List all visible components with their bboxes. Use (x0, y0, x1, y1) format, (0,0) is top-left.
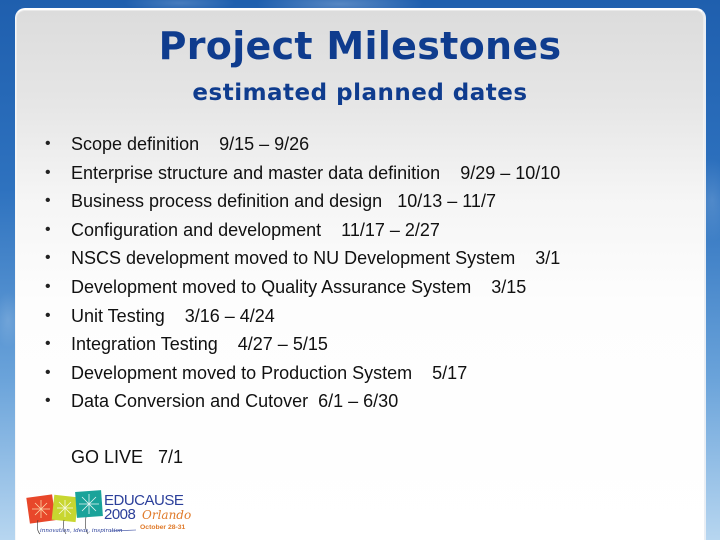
bullet-icon: • (45, 392, 51, 410)
bullet-icon: • (45, 220, 51, 238)
bullet-icon: • (45, 335, 51, 353)
milestone-text: Business process definition and design 1… (71, 191, 496, 212)
milestone-text: Development moved to Quality Assurance S… (71, 276, 527, 297)
kite-teal-icon (75, 490, 103, 518)
milestone-text: Scope definition 9/15 – 9/26 (71, 134, 310, 154)
bullet-icon: • (45, 277, 51, 295)
bullet-icon: • (45, 163, 51, 181)
bullet-icon: • (45, 363, 51, 381)
go-live-date: GO LIVE 7/1 (71, 447, 184, 467)
milestone-text: Integration Testing 4/27 – 5/15 (71, 334, 328, 355)
educause-logo: innovation, ideas, inspiration EDUCAUSE … (26, 490, 191, 535)
kite-red-icon (26, 494, 56, 524)
milestone-text: Data Conversion and Cutover 6/1 – 6/30 (71, 391, 399, 412)
kite-yellow-icon (51, 494, 79, 523)
logo-dates: October 28-31 (140, 524, 186, 531)
logo-year: 2008 (104, 506, 136, 523)
bullet-icon: • (45, 192, 51, 210)
milestone-text: Unit Testing 3/16 – 4/24 (71, 305, 275, 326)
bullet-icon: • (45, 249, 51, 267)
slide-title: Project Milestones (158, 24, 562, 68)
slide-subtitle: estimated planned dates (192, 80, 528, 106)
logo-city: Orlando (142, 508, 191, 522)
bullet-icon: • (45, 135, 51, 152)
milestone-text: Enterprise structure and master data def… (71, 162, 561, 183)
milestone-text: Development moved to Production System 5… (71, 362, 468, 383)
milestone-text: Configuration and development 11/17 – 2/… (71, 219, 440, 240)
bullet-icon: • (45, 306, 51, 324)
milestone-text: NSCS development moved to NU Development… (71, 248, 561, 269)
